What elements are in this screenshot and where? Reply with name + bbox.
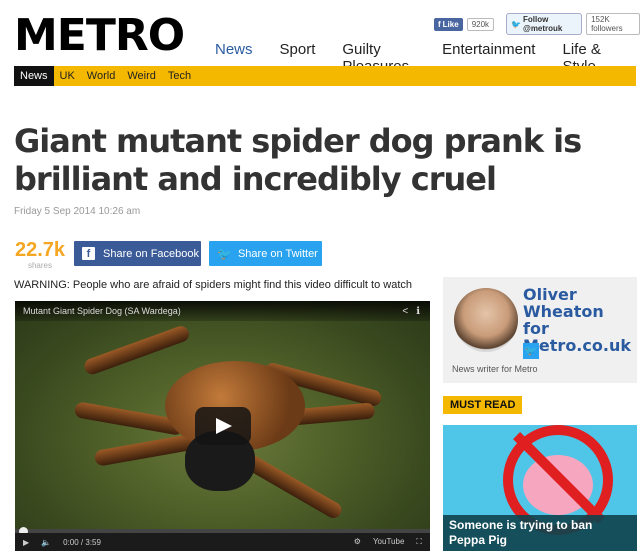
- share-count-number: 22.7k: [14, 239, 66, 261]
- facebook-icon: f: [438, 19, 441, 29]
- sub-nav-world[interactable]: World: [81, 70, 122, 82]
- sub-nav-weird[interactable]: Weird: [121, 70, 162, 82]
- facebook-like-label: Like: [442, 19, 459, 29]
- sub-nav: News UK World Weird Tech: [14, 66, 636, 86]
- settings-icon[interactable]: ⚙: [354, 537, 361, 547]
- share-icon[interactable]: <: [402, 306, 408, 317]
- social-widgets: f Like 920k 🐦 Follow @metrouk 152K follo…: [434, 13, 640, 35]
- share-facebook-label: Share on Facebook: [103, 247, 200, 260]
- video-top-icons: < ℹ: [402, 306, 420, 317]
- article-date: Friday 5 Sep 2014 10:26 am: [14, 206, 141, 217]
- video-controls: ▶ 🔈 0:00 / 3:59 ⚙ YouTube ⛶: [15, 533, 430, 551]
- play-button[interactable]: [195, 407, 251, 445]
- author-twitter-icon[interactable]: 🐦: [523, 343, 539, 359]
- sub-nav-tech[interactable]: Tech: [162, 70, 197, 82]
- facebook-like-button[interactable]: f Like: [434, 17, 463, 31]
- twitter-follow-button[interactable]: 🐦 Follow @metrouk: [506, 13, 583, 35]
- info-icon[interactable]: ℹ: [416, 306, 420, 317]
- promo-caption[interactable]: Someone is trying to ban Peppa Pig: [443, 515, 637, 551]
- share-twitter-label: Share on Twitter: [237, 247, 318, 260]
- facebook-like-count: 920k: [466, 17, 495, 31]
- twitter-followers-count: 152K followers: [586, 13, 640, 35]
- article-headline: Giant mutant spider dog prank is brillia…: [14, 122, 582, 198]
- must-read-label: MUST READ: [443, 396, 523, 414]
- volume-icon[interactable]: 🔈: [41, 538, 51, 547]
- sub-nav-news[interactable]: News: [14, 66, 54, 86]
- facebook-icon: f: [82, 247, 95, 260]
- author-box: Oliver Wheaton for Metro.co.uk 🐦 News wr…: [443, 277, 637, 383]
- fullscreen-icon[interactable]: ⛶: [416, 537, 422, 547]
- author-name[interactable]: Oliver Wheaton for Metro.co.uk: [523, 286, 633, 354]
- sub-nav-uk[interactable]: UK: [54, 70, 81, 82]
- video-controls-right: ⚙ YouTube ⛶: [354, 537, 422, 547]
- video-warning: WARNING: People who are afraid of spider…: [14, 279, 413, 291]
- share-count-label: shares: [27, 261, 52, 270]
- share-facebook-button[interactable]: f Share on Facebook: [74, 241, 201, 266]
- video-time: 0:00 / 3:59: [63, 537, 101, 547]
- author-role: News writer for Metro: [452, 364, 538, 374]
- metro-logo[interactable]: METRO: [14, 12, 185, 60]
- video-player[interactable]: Mutant Giant Spider Dog (SA Wardega) < ℹ…: [15, 301, 430, 551]
- video-title[interactable]: Mutant Giant Spider Dog (SA Wardega): [15, 301, 430, 321]
- promo-card[interactable]: Someone is trying to ban Peppa Pig: [443, 425, 637, 551]
- twitter-follow-label: Follow @metrouk: [523, 15, 563, 33]
- twitter-bird-icon: 🐦: [511, 19, 522, 29]
- author-avatar: [454, 288, 518, 352]
- twitter-bird-icon: 🐦: [217, 246, 232, 261]
- youtube-logo[interactable]: YouTube: [373, 537, 404, 547]
- play-icon[interactable]: ▶: [23, 538, 29, 547]
- share-count: 22.7k shares: [14, 239, 66, 270]
- share-twitter-button[interactable]: 🐦 Share on Twitter: [209, 241, 322, 266]
